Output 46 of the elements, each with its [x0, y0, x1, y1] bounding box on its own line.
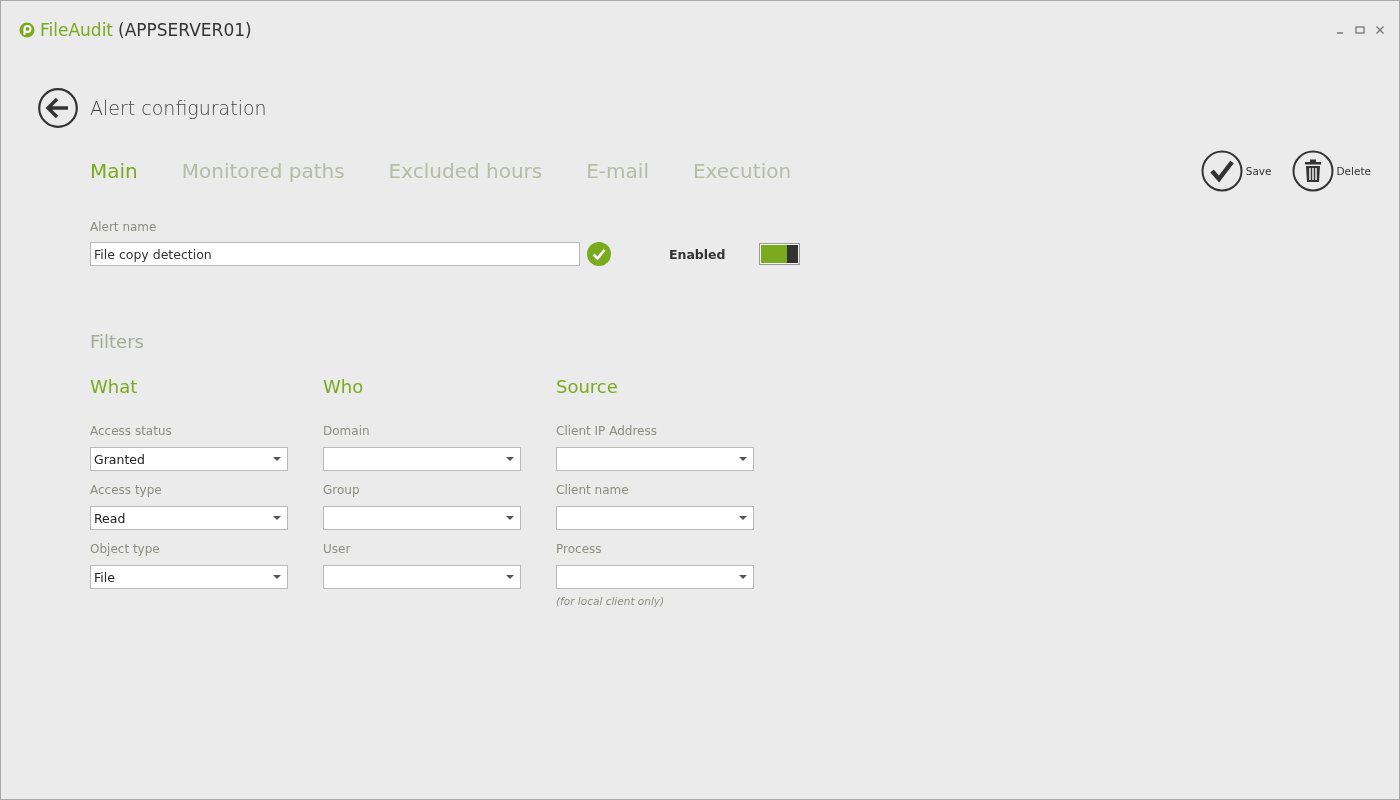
maximize-icon[interactable] [1355, 25, 1365, 35]
close-icon[interactable] [1375, 25, 1385, 35]
trash-icon [1291, 150, 1334, 192]
field-label: Object type [90, 541, 161, 558]
toggle-switch[interactable] [758, 243, 800, 265]
dropdown-field[interactable] [556, 506, 754, 530]
caret-icon [739, 457, 747, 461]
caret-icon [273, 575, 281, 579]
caret-icon [506, 516, 514, 520]
caret-icon [739, 575, 747, 579]
field-label: Client name [556, 482, 630, 499]
enabled-label: Enabled [669, 246, 726, 262]
dropdown-field[interactable] [323, 447, 521, 471]
delete-button[interactable]: Delete [1291, 150, 1371, 192]
group-title: What [90, 376, 138, 397]
app-name: FileAudit [40, 20, 114, 40]
alert-name-field[interactable]: File copy detection [90, 242, 580, 266]
dropdown-field[interactable]: Granted [90, 447, 288, 471]
caret-icon [739, 516, 747, 520]
dropdown-field[interactable] [323, 506, 521, 530]
dropdown-field[interactable]: Read [90, 506, 288, 530]
caret-icon [273, 457, 281, 461]
group-title: Who [323, 376, 364, 397]
field-label: User [323, 541, 352, 558]
field-label: Domain [323, 423, 371, 440]
group-title: Source [556, 376, 618, 397]
checkmark-icon [1200, 150, 1243, 192]
dropdown-field[interactable] [556, 447, 754, 471]
section-title: Filters [90, 331, 144, 352]
field-label: Client IP Address [556, 423, 658, 440]
field-label: Alert name [90, 220, 157, 234]
logo-icon [19, 22, 35, 38]
field-note: (for local client only) [556, 595, 665, 607]
caret-icon [506, 457, 514, 461]
save-button[interactable]: Save [1200, 150, 1272, 192]
field-label: Group [323, 482, 361, 499]
dropdown-field[interactable]: File [90, 565, 288, 589]
caret-icon [273, 516, 281, 520]
dropdown-field[interactable] [556, 565, 754, 589]
field-label: Access type [90, 482, 163, 499]
field-label: Process [556, 541, 603, 558]
caret-icon [506, 575, 514, 579]
field-label: Access status [90, 423, 173, 440]
dropdown-field[interactable] [323, 565, 521, 589]
server-name: (APPSERVER01) [118, 20, 252, 40]
page-title: Alert configuration [90, 97, 267, 119]
